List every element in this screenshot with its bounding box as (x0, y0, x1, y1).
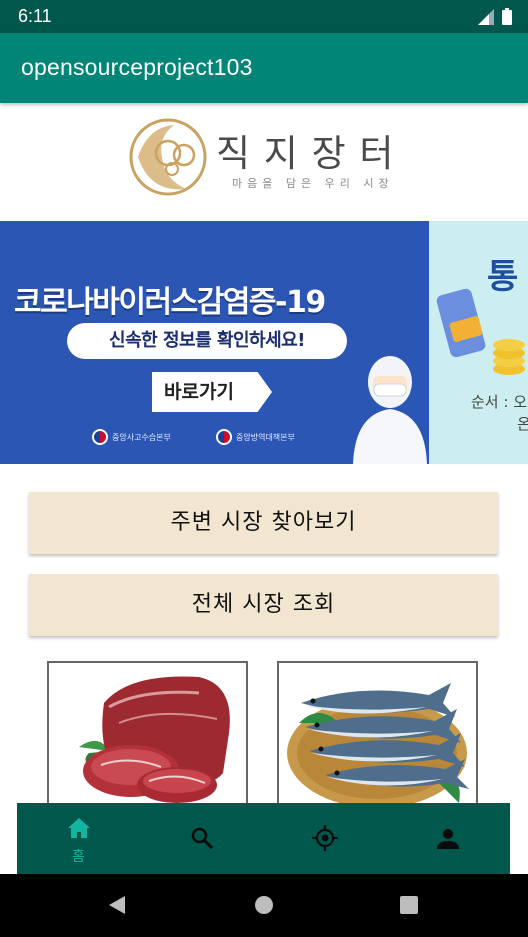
market-logo: 직 지 장 터 마음을 담은 우리 시장 (128, 117, 398, 197)
bottom-navigation: 홈 (17, 803, 510, 874)
signal-icon (478, 9, 494, 25)
app-title: opensourceproject103 (21, 54, 253, 80)
home-icon (67, 818, 90, 838)
banner-headline: 코로나바이러스감염증-19 (14, 285, 326, 320)
logo-subtitle: 마음을 담은 우리 시장 (232, 177, 394, 190)
home-circle-icon[interactable] (254, 895, 274, 915)
status-icons (478, 8, 512, 25)
system-navigation-bar (0, 874, 528, 937)
all-markets-button[interactable]: 전체 시장 조회 (29, 574, 498, 636)
banner2-line1: 순서 : 오 (471, 393, 527, 411)
battery-icon (502, 8, 512, 25)
recents-icon[interactable] (399, 895, 419, 915)
covid-banner[interactable]: 코로나바이러스감염증-19 신속한 정보를 확인하세요! 바로가기 중앙사고수습… (0, 221, 429, 464)
protective-suit-figure (353, 356, 427, 464)
secondary-banner[interactable]: 통 순서 : 오 온 (429, 221, 528, 464)
fish-image (287, 683, 469, 804)
product-card-meat[interactable] (47, 661, 248, 806)
status-bar: 6:11 (0, 0, 528, 33)
nav-label-home: 홈 (72, 849, 85, 865)
meat-image (79, 676, 230, 803)
location-target-icon (311, 825, 338, 851)
app-bar: opensourceproject103 (0, 33, 528, 103)
nav-item-search[interactable] (140, 803, 263, 874)
product-card-fish[interactable] (277, 661, 478, 806)
banner-org-left: 중앙사고수습본부 (112, 433, 171, 442)
nav-item-home[interactable]: 홈 (17, 803, 140, 874)
banner2-line2: 온 (517, 415, 528, 433)
banner-go-button[interactable]: 바로가기 (152, 372, 272, 412)
logo-emblem-icon (129, 118, 207, 196)
back-icon[interactable] (107, 895, 127, 915)
banner-org-right: 중앙방역대책본부 (236, 433, 295, 442)
taegeuk-icon (216, 429, 232, 445)
nav-item-location[interactable] (263, 803, 386, 874)
banner-info-pill: 신속한 정보를 확인하세요! (67, 323, 347, 359)
nearby-market-button[interactable]: 주변 시장 찾아보기 (29, 492, 498, 554)
person-icon (436, 829, 459, 849)
nav-item-profile[interactable] (386, 803, 509, 874)
status-time: 6:11 (18, 6, 52, 26)
taegeuk-icon (92, 429, 108, 445)
coins-illustration (436, 288, 525, 375)
search-icon (191, 827, 213, 850)
logo-title: 직 지 장 터 (216, 132, 395, 175)
